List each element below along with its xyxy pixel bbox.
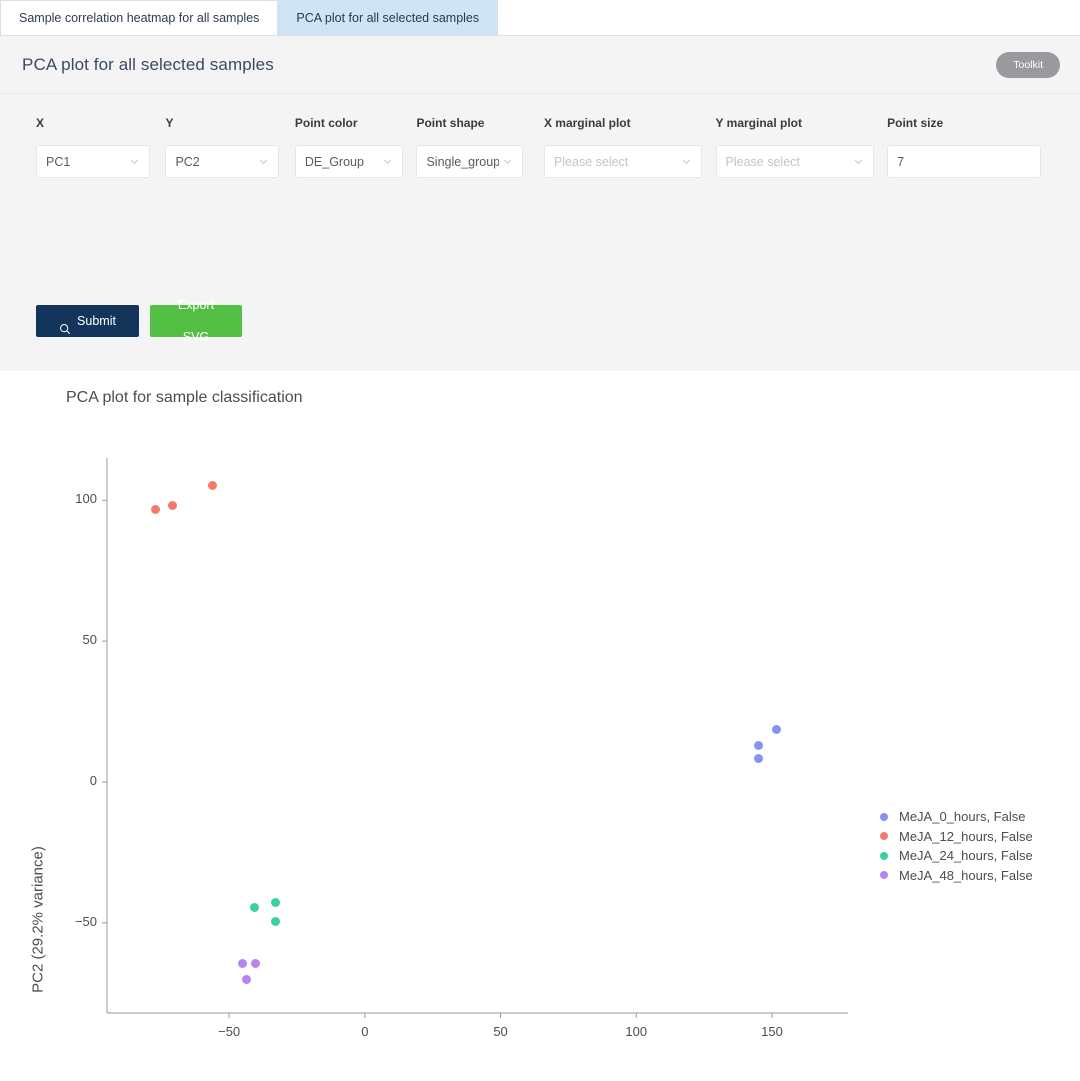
search-icon: [59, 315, 71, 335]
legend-item-label: MeJA_48_hours, False: [899, 867, 1033, 883]
select-point-shape-value: Single_group: [426, 154, 500, 169]
tab-pca-plot[interactable]: PCA plot for all selected samples: [277, 0, 499, 35]
y-tick-label: 0: [89, 772, 97, 788]
select-y-marginal-plot-value: Please select: [725, 154, 800, 169]
x-tick-label: 50: [493, 1024, 508, 1039]
legend-color-swatch: [880, 871, 888, 880]
chart-axes: [102, 458, 848, 1018]
y-tick-label: 100: [75, 491, 97, 507]
legend-color-swatch: [880, 832, 888, 841]
field-label-point-color: Point color: [294, 116, 358, 130]
field-label-point-shape: Point shape: [416, 116, 485, 130]
page-title: PCA plot for all selected samples: [22, 54, 274, 74]
scatter-point: [237, 959, 247, 969]
chart-legend: MeJA_0_hours, False MeJA_12_hours, False M…: [880, 807, 1033, 885]
x-tick-label: 100: [625, 1024, 648, 1039]
export-svg-button-label: Export SVG: [177, 298, 215, 344]
select-y-value: PC2: [175, 154, 200, 169]
field-y: Y PC2: [165, 116, 294, 178]
x-tick-label: −50: [218, 1024, 241, 1039]
scatter-point: [753, 740, 763, 750]
scatter-point: [150, 504, 160, 514]
select-x-value: PC1: [46, 154, 71, 169]
field-label-point-size: Point size: [887, 116, 944, 130]
legend-item-label: MeJA_0_hours, False: [899, 809, 1026, 825]
field-label-y-marginal-plot: Y marginal plot: [715, 116, 802, 130]
field-label-x: X: [36, 116, 45, 130]
legend-color-swatch: [880, 812, 888, 821]
select-y-marginal-plot[interactable]: Please select: [715, 145, 874, 178]
form-fields-row: X PC1 Y PC2 Point color DE_Group Point s…: [0, 116, 1080, 178]
select-point-color-value: DE_Group: [304, 154, 364, 169]
legend-item-label: MeJA_24_hours, False: [899, 848, 1033, 864]
field-y-marginal-plot: Y marginal plot Please select: [715, 116, 888, 178]
field-label-x-marginal-plot: X marginal plot: [543, 116, 631, 130]
field-x: X PC1: [36, 116, 165, 178]
legend-item[interactable]: MeJA_48_hours, False: [880, 866, 1033, 886]
chevron-down-icon: [129, 156, 140, 167]
select-point-shape[interactable]: Single_group: [416, 145, 524, 178]
panel-header: PCA plot for all selected samples Toolki…: [0, 36, 1080, 94]
chevron-down-icon: [681, 156, 692, 167]
tab-sample-correlation-heatmap[interactable]: Sample correlation heatmap for all sampl…: [0, 0, 279, 35]
tab-bar: Sample correlation heatmap for all sampl…: [0, 0, 1080, 36]
select-point-color[interactable]: DE_Group: [294, 145, 403, 178]
tab-label: Sample correlation heatmap for all sampl…: [19, 11, 260, 25]
input-point-size[interactable]: 7: [887, 145, 1042, 178]
export-svg-button[interactable]: Export SVG: [150, 298, 242, 344]
y-tick-label: 50: [82, 632, 97, 648]
chevron-down-icon: [853, 156, 864, 167]
submit-button[interactable]: Submit: [36, 305, 139, 337]
y-axis-label: PC2 (29.2% variance): [29, 846, 47, 993]
select-x-marginal-plot[interactable]: Please select: [543, 145, 702, 178]
y-tick-label: −50: [74, 913, 97, 929]
scatter-point: [167, 500, 177, 510]
form-actions: Submit Export SVG: [36, 298, 242, 344]
scatter-point: [772, 724, 782, 734]
field-label-y: Y: [165, 116, 174, 130]
pca-scatter-chart: PCA plot for sample classification −50 0 5…: [0, 371, 1080, 1081]
chevron-down-icon: [258, 156, 269, 167]
chevron-down-icon: [502, 156, 513, 167]
chevron-down-icon: [382, 156, 393, 167]
x-tick-label: 150: [761, 1024, 783, 1039]
legend-item[interactable]: MeJA_24_hours, False: [880, 846, 1033, 866]
legend-item[interactable]: MeJA_0_hours, False: [880, 807, 1033, 827]
select-y[interactable]: PC2: [165, 145, 280, 178]
field-x-marginal-plot: X marginal plot Please select: [543, 116, 716, 178]
legend-item-label: MeJA_12_hours, False: [899, 828, 1033, 844]
legend-item[interactable]: MeJA_12_hours, False: [880, 827, 1033, 847]
scatter-point: [207, 480, 217, 490]
input-point-size-value: 7: [897, 154, 905, 169]
toolkit-button[interactable]: Toolkit: [996, 51, 1060, 78]
scatter-point: [270, 897, 280, 907]
field-point-size: Point size 7: [887, 116, 1044, 178]
legend-color-swatch: [880, 851, 888, 860]
select-x-marginal-plot-value: Please select: [553, 154, 629, 169]
controls-form: X PC1 Y PC2 Point color DE_Group Point s…: [0, 94, 1080, 371]
tab-label: PCA plot for all selected samples: [296, 11, 480, 25]
scatter-point: [249, 903, 259, 913]
field-point-shape: Point shape Single_group: [416, 116, 543, 178]
x-tick-label: 0: [361, 1024, 369, 1039]
submit-button-label: Submit: [77, 314, 116, 328]
field-point-color: Point color DE_Group: [294, 116, 417, 178]
select-x[interactable]: PC1: [36, 145, 150, 178]
